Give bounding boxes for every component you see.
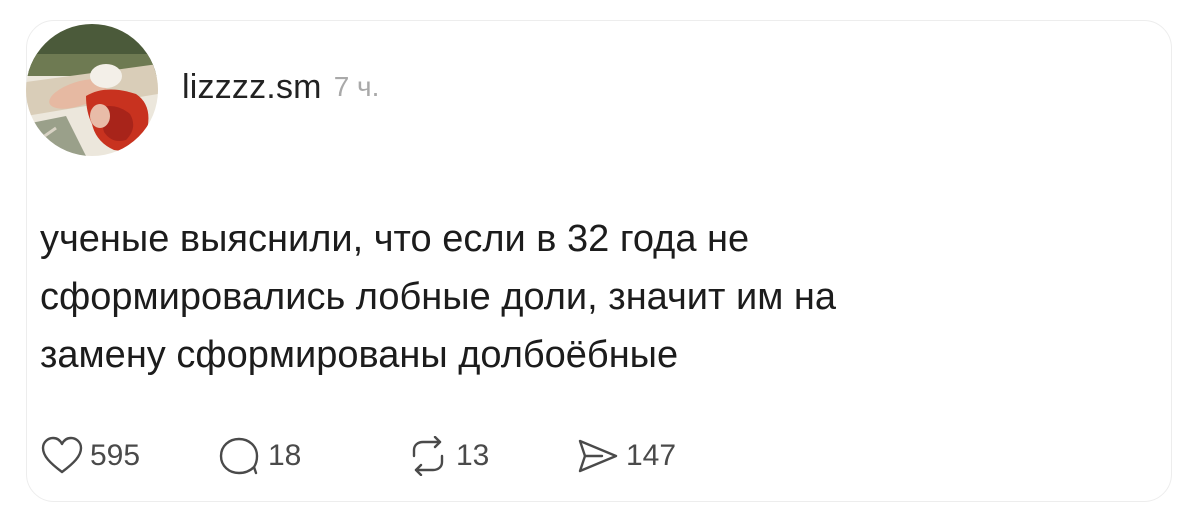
share-button[interactable]: 147 (576, 436, 676, 476)
share-count: 147 (626, 439, 677, 472)
username[interactable]: lizzzz.sm (182, 68, 322, 107)
post-text-line: сформировались лобные доли, значит им на (40, 276, 836, 318)
repost-arrows-icon (412, 436, 444, 476)
post-timestamp: 7 ч. (333, 71, 380, 102)
heart-icon (41, 436, 83, 474)
reply-button[interactable]: 18 (218, 436, 406, 476)
repost-button[interactable]: 13 (406, 436, 576, 476)
post-text-line: ученые выяснили, что если в 32 года не (40, 218, 750, 260)
speech-bubble-icon (219, 437, 259, 475)
reply-count: 18 (268, 439, 302, 472)
avatar-image (26, 24, 158, 156)
post-header: lizzzz.sm 7 ч. (26, 20, 379, 160)
repost-count: 13 (456, 439, 490, 472)
post-actions: 595 18 13 147 (40, 432, 676, 480)
avatar[interactable] (26, 24, 158, 156)
like-button[interactable]: 595 (40, 436, 218, 476)
send-arrow-icon (578, 439, 618, 473)
post-text: ученые выяснили, что если в 32 года не с… (40, 210, 1140, 384)
post-text-line: замену сформированы долбоёбные (40, 334, 679, 376)
like-count: 595 (90, 439, 141, 472)
